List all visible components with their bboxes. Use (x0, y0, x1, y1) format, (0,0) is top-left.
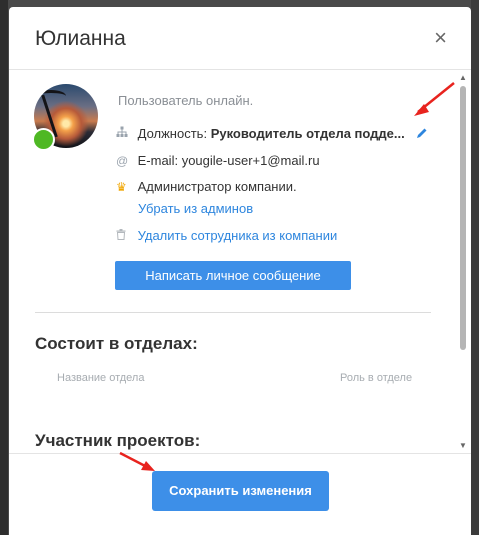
position-label: Должность: (137, 126, 208, 141)
departments-title: Состоит в отделах: (35, 334, 198, 353)
palm-leaf-graphic (36, 90, 66, 102)
pencil-icon[interactable] (416, 127, 428, 142)
projects-title: Участник проектов: (35, 431, 201, 450)
scrollbar[interactable]: ▲ ▼ (458, 72, 468, 450)
online-status-text: Пользователь онлайн. (118, 93, 254, 108)
section-divider (35, 312, 431, 313)
email-label: E-mail: (137, 153, 179, 168)
delete-employee-link[interactable]: Удалить сотрудника из компании (138, 228, 338, 243)
close-icon[interactable]: × (434, 27, 447, 49)
department-role-column-header: Роль в отделе (340, 372, 413, 384)
position-row: Должность: Руководитель отдела подде... (116, 126, 405, 141)
backdrop-right (471, 0, 479, 535)
modal-footer: Сохранить изменения (9, 453, 471, 535)
email-row: @ E-mail: yougile-user+1@mail.ru (116, 153, 320, 168)
scroll-thumb[interactable] (460, 86, 466, 350)
modal-header: Юлианна × (9, 7, 471, 70)
send-message-button[interactable]: Написать личное сообщение (115, 261, 351, 290)
scroll-up-arrow-icon[interactable]: ▲ (459, 74, 467, 82)
admin-text: Администратор компании. (137, 179, 297, 194)
modal-body: ▲ ▼ Пользователь онлайн. Должность: Руко… (9, 70, 471, 453)
scroll-down-arrow-icon[interactable]: ▼ (459, 442, 467, 450)
org-structure-icon (116, 126, 134, 141)
admin-row: ♛ Администратор компании. (116, 179, 297, 194)
user-profile-modal: Юлианна × ▲ ▼ Пользователь онлайн. Должн… (9, 7, 471, 535)
email-value: yougile-user+1@mail.ru (181, 153, 320, 168)
at-icon: @ (116, 154, 129, 168)
trash-icon (116, 229, 134, 243)
backdrop-left (0, 0, 8, 535)
modal-title: Юлианна (35, 27, 126, 50)
save-changes-button[interactable]: Сохранить изменения (152, 471, 329, 511)
department-name-column-header: Название отдела (57, 372, 145, 384)
delete-employee-row: Удалить сотрудника из компании (116, 228, 337, 243)
position-value: Руководитель отдела подде... (210, 126, 405, 141)
online-status-indicator (32, 128, 55, 151)
crown-icon: ♛ (116, 180, 127, 194)
remove-admin-link[interactable]: Убрать из админов (138, 201, 253, 216)
